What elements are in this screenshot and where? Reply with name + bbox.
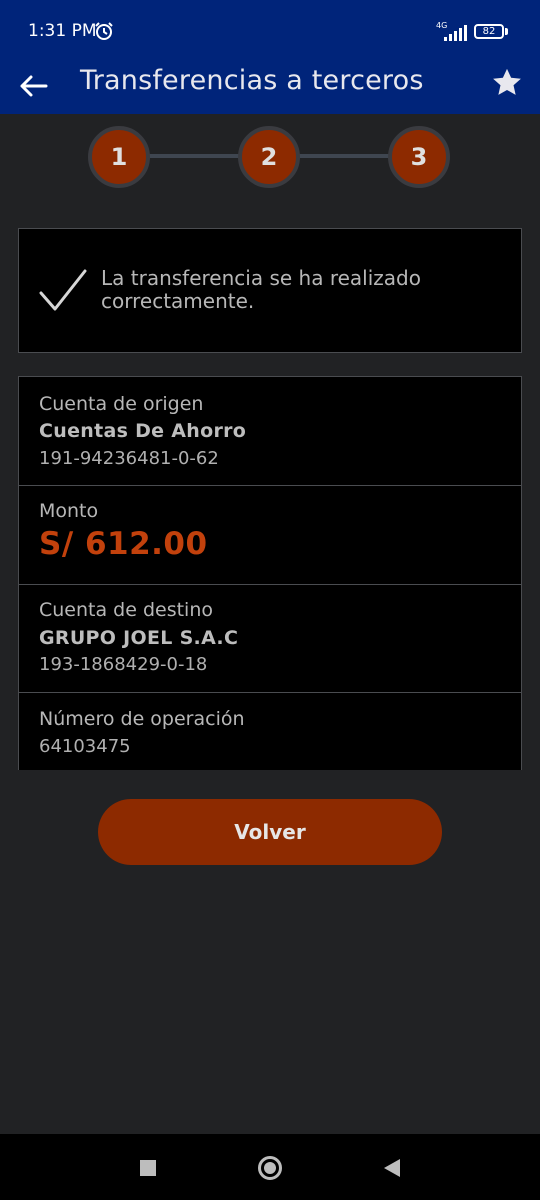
- app-bar: Transferencias a terceros: [0, 62, 540, 114]
- step-2: 2: [238, 126, 300, 188]
- destination-account-number: 193-1868429-0-18: [39, 654, 208, 675]
- system-navigation-bar: [0, 1134, 540, 1200]
- operation-number-row: Número de operación 64103475: [19, 693, 521, 771]
- progress-stepper: 1 2 3: [0, 124, 540, 188]
- page-title: Transferencias a terceros: [80, 65, 424, 96]
- favorite-star-icon[interactable]: [490, 66, 524, 100]
- recent-apps-icon[interactable]: [140, 1160, 156, 1176]
- origin-account-type: Cuentas De Ahorro: [39, 420, 247, 442]
- transfer-details-card: Cuenta de origen Cuentas De Ahorro 191-9…: [18, 376, 522, 770]
- alarm-clock-icon: [95, 22, 113, 40]
- checkmark-icon: [39, 269, 87, 311]
- origin-account-row: Cuenta de origen Cuentas De Ahorro 191-9…: [19, 377, 521, 486]
- destination-account-row: Cuenta de destino GRUPO JOEL S.A.C 193-1…: [19, 585, 521, 693]
- battery-tip: [505, 28, 508, 35]
- battery-level: 82: [474, 24, 504, 39]
- step-connector: [148, 154, 242, 158]
- step-1: 1: [88, 126, 150, 188]
- step-connector: [298, 154, 392, 158]
- status-bar: 1:31 PM 4G 82: [0, 0, 540, 62]
- amount-row: Monto S/ 612.00: [19, 486, 521, 585]
- status-time: 1:31 PM: [28, 21, 97, 41]
- success-message: La transferencia se ha realizado correct…: [101, 266, 421, 313]
- amount-value: S/ 612.00: [39, 526, 208, 562]
- back-arrow-icon[interactable]: [18, 70, 50, 102]
- operation-number-value: 64103475: [39, 736, 131, 757]
- destination-account-label: Cuenta de destino: [39, 599, 214, 621]
- home-icon[interactable]: [258, 1156, 282, 1180]
- destination-account-name: GRUPO JOEL S.A.C: [39, 627, 239, 649]
- signal-strength-icon: [444, 25, 467, 41]
- step-3: 3: [388, 126, 450, 188]
- battery-indicator: 82: [474, 24, 508, 40]
- origin-account-number: 191-94236481-0-62: [39, 448, 219, 469]
- origin-account-label: Cuenta de origen: [39, 393, 204, 415]
- success-message-card: La transferencia se ha realizado correct…: [18, 228, 522, 353]
- operation-number-label: Número de operación: [39, 708, 245, 730]
- volver-button[interactable]: Volver: [98, 799, 442, 865]
- nav-back-icon[interactable]: [382, 1158, 402, 1178]
- amount-label: Monto: [39, 500, 99, 522]
